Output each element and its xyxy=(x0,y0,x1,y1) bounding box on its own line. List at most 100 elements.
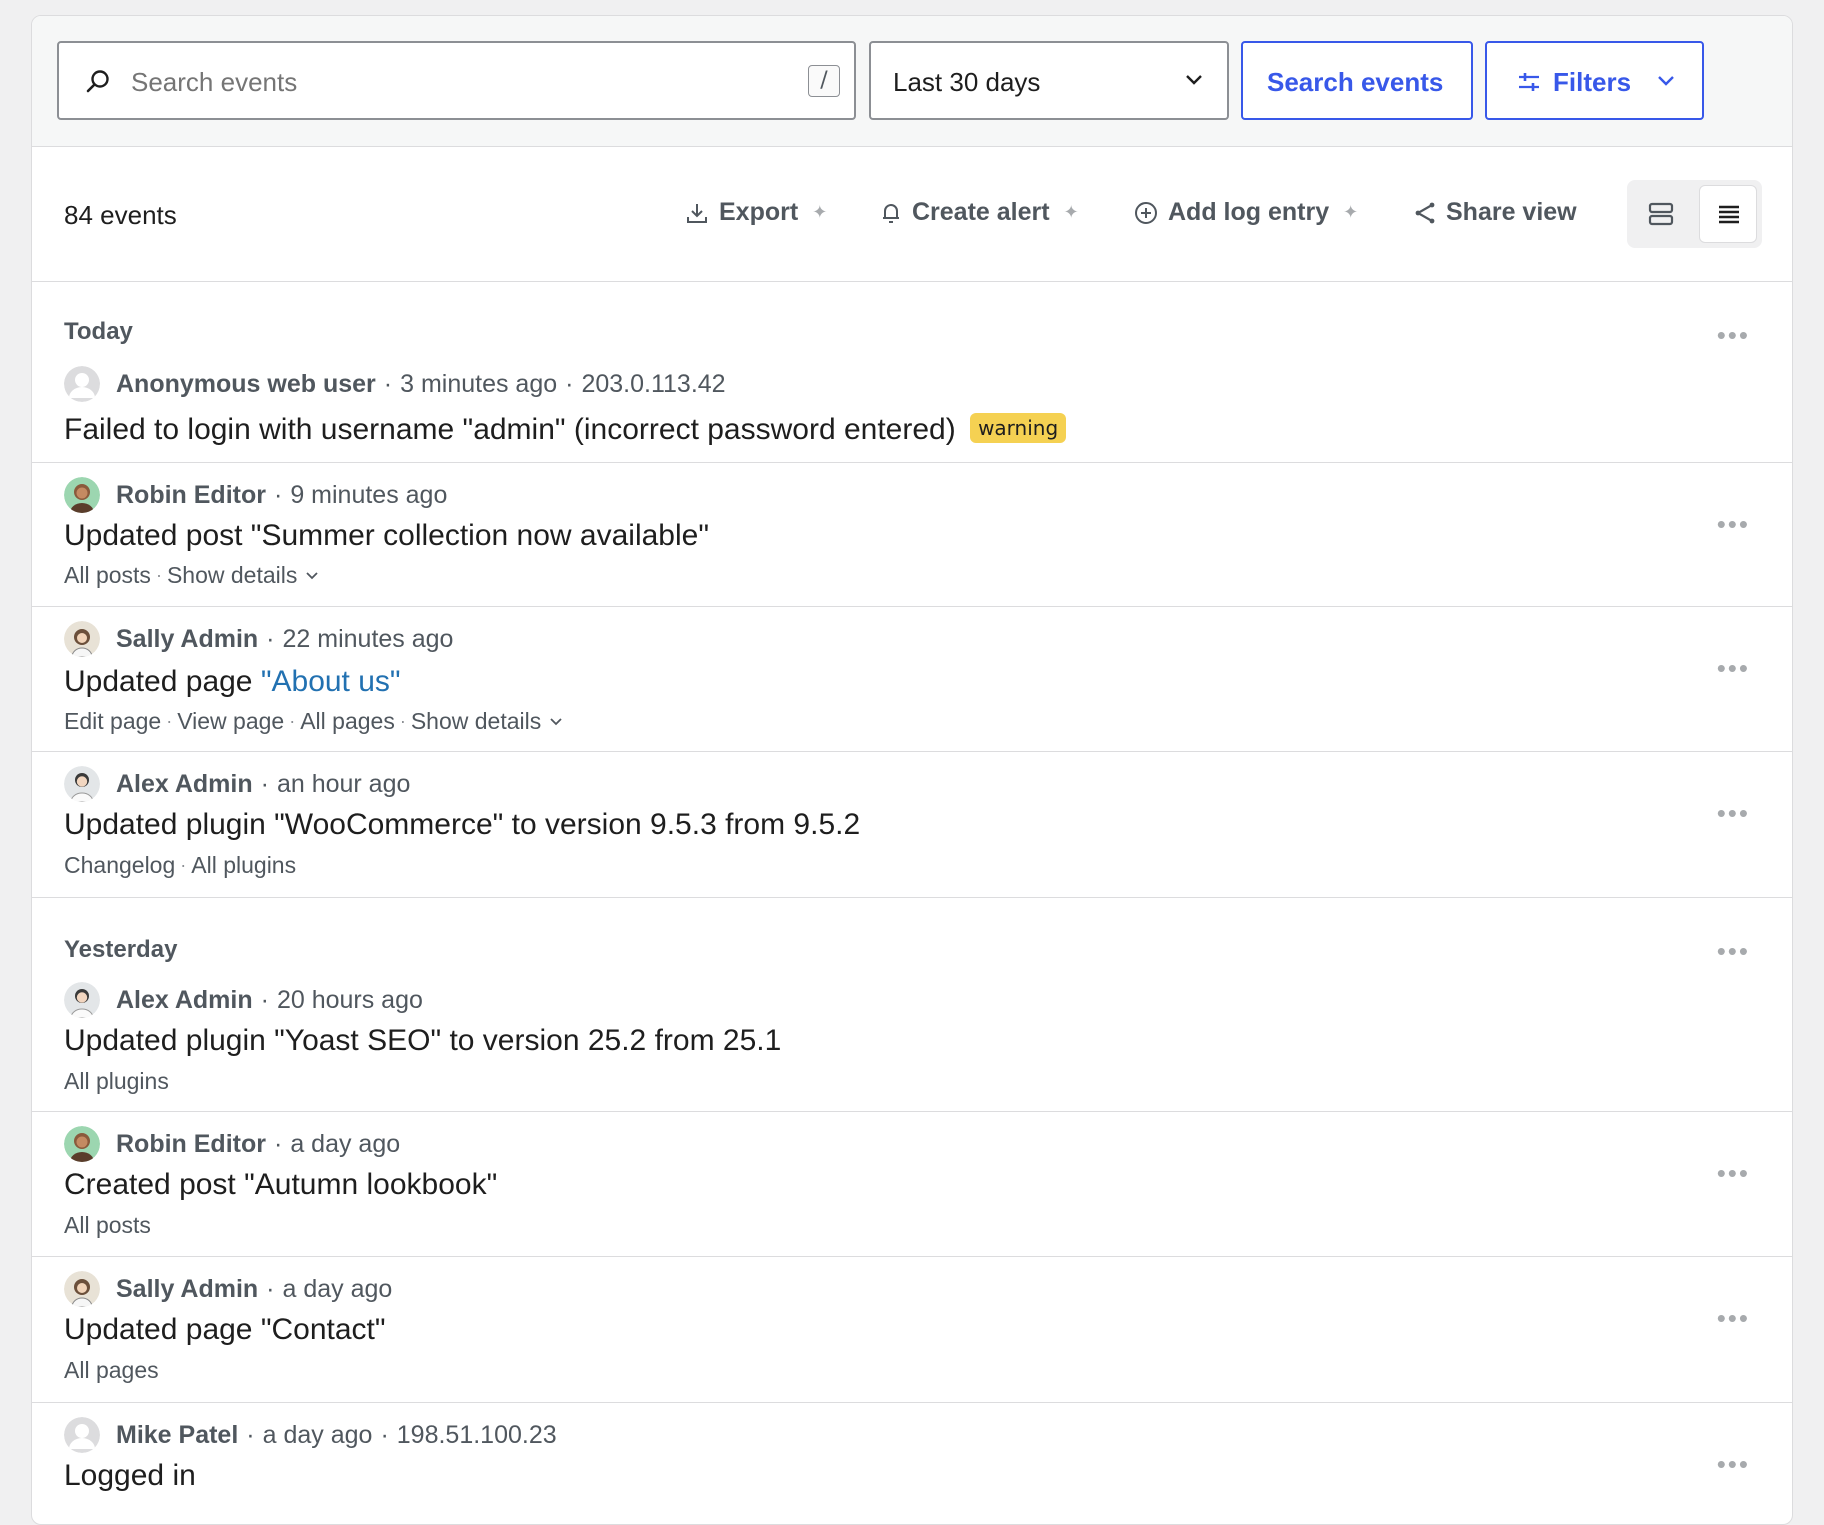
event-user[interactable]: Alex Admin xyxy=(116,986,253,1015)
compact-view-button[interactable] xyxy=(1699,185,1757,243)
more-actions-button[interactable]: ••• xyxy=(1717,1303,1750,1334)
event-message-text: Failed to login with username "admin" (i… xyxy=(64,413,956,446)
add-log-entry-label: Add log entry xyxy=(1168,198,1330,226)
sliders-icon xyxy=(1519,73,1539,91)
event-meta: Robin Editor · a day ago xyxy=(64,1126,400,1162)
link-all-plugins[interactable]: All plugins xyxy=(64,1068,169,1095)
separator-dot: · xyxy=(246,1420,255,1449)
event-user[interactable]: Robin Editor xyxy=(116,481,266,510)
search-input[interactable] xyxy=(129,57,733,107)
event-time: 20 hours ago xyxy=(276,985,423,1014)
share-view-button[interactable]: Share view xyxy=(1414,198,1577,227)
link-all-posts[interactable]: All posts xyxy=(64,562,151,589)
about-us-page-link[interactable]: "About us" xyxy=(261,665,401,698)
avatar xyxy=(64,366,100,402)
expanded-view-button[interactable] xyxy=(1632,185,1690,243)
event-user[interactable]: Mike Patel xyxy=(116,1421,238,1450)
link-all-pages[interactable]: All pages xyxy=(64,1357,159,1384)
premium-sparkle-icon: ✦ xyxy=(1063,202,1079,222)
event-message: Updated page "About us" xyxy=(64,665,401,699)
search-bar: / Last 30 days Search events Filters xyxy=(32,16,1792,147)
avatar xyxy=(64,1126,100,1162)
search-field[interactable]: / xyxy=(57,41,856,120)
event-time: a day ago xyxy=(290,1129,401,1158)
separator-dot: · xyxy=(155,565,162,585)
event-row: Today Anonymous web user · 3 minutes ago… xyxy=(32,282,1792,463)
event-user[interactable]: Sally Admin xyxy=(116,625,258,654)
link-all-posts[interactable]: All posts xyxy=(64,1212,151,1239)
event-user[interactable]: Robin Editor xyxy=(116,1130,266,1159)
separator-dot: · xyxy=(289,711,296,731)
share-view-label: Share view xyxy=(1446,198,1577,226)
event-meta: Robin Editor · 9 minutes ago xyxy=(64,477,447,513)
more-actions-button[interactable]: ••• xyxy=(1717,936,1750,967)
more-actions-button[interactable]: ••• xyxy=(1717,509,1750,540)
group-label-yesterday: Yesterday xyxy=(64,936,178,963)
separator-dot: · xyxy=(266,1274,275,1303)
event-ip: 198.51.100.23 xyxy=(396,1420,557,1449)
keyboard-shortcut-hint: / xyxy=(808,65,840,97)
event-links: All pages xyxy=(64,1357,159,1384)
show-details-link[interactable]: Show details xyxy=(167,562,297,589)
chevron-down-icon xyxy=(306,571,318,579)
event-user[interactable]: Anonymous web user xyxy=(116,370,376,399)
event-message: Updated plugin "WooCommerce" to version … xyxy=(64,808,861,841)
search-events-button[interactable]: Search events xyxy=(1241,41,1473,120)
export-button[interactable]: Export ✦ xyxy=(685,198,827,227)
filters-button[interactable]: Filters xyxy=(1485,41,1704,120)
more-actions-button[interactable]: ••• xyxy=(1717,1158,1750,1189)
link-changelog[interactable]: Changelog xyxy=(64,852,175,879)
event-message: Failed to login with username "admin" (i… xyxy=(64,413,1067,447)
event-row: Mike Patel · a day ago · 198.51.100.23 L… xyxy=(32,1403,1792,1524)
event-links: All posts · Show details xyxy=(64,562,319,589)
separator-dot: · xyxy=(399,711,406,731)
event-meta: Alex Admin · 20 hours ago xyxy=(64,982,423,1018)
link-edit-page[interactable]: Edit page xyxy=(64,708,161,735)
event-time: a day ago xyxy=(262,1420,373,1449)
event-links: Changelog · All plugins xyxy=(64,852,296,879)
avatar xyxy=(64,766,100,802)
event-message: Updated page "Contact" xyxy=(64,1313,386,1346)
date-range-select[interactable]: Last 30 days xyxy=(869,41,1229,120)
event-meta: Sally Admin · a day ago xyxy=(64,1271,392,1307)
date-range-value: Last 30 days xyxy=(893,67,1041,97)
more-actions-button[interactable]: ••• xyxy=(1717,653,1750,684)
more-actions-button[interactable]: ••• xyxy=(1717,320,1750,351)
separator-dot: · xyxy=(260,985,269,1014)
search-icon xyxy=(86,70,109,93)
event-message: Created post "Autumn lookbook" xyxy=(64,1168,498,1201)
event-time: 22 minutes ago xyxy=(282,624,454,653)
show-details-link[interactable]: Show details xyxy=(411,708,541,735)
event-time: a day ago xyxy=(282,1274,393,1303)
separator-dot: · xyxy=(260,769,269,798)
avatar xyxy=(64,1271,100,1307)
share-icon xyxy=(1415,202,1435,223)
create-alert-button[interactable]: Create alert ✦ xyxy=(880,198,1079,227)
add-log-entry-button[interactable]: Add log entry ✦ xyxy=(1134,198,1358,227)
event-meta: Mike Patel · a day ago · 198.51.100.23 xyxy=(64,1417,557,1453)
plus-circle-icon xyxy=(1135,201,1157,224)
event-row: Robin Editor · 9 minutes ago Updated pos… xyxy=(32,463,1792,607)
event-user[interactable]: Sally Admin xyxy=(116,1275,258,1304)
filters-label: Filters xyxy=(1553,67,1632,97)
search-events-label: Search events xyxy=(1267,67,1444,97)
link-view-page[interactable]: View page xyxy=(177,708,284,735)
more-actions-button[interactable]: ••• xyxy=(1717,798,1750,829)
link-all-plugins[interactable]: All plugins xyxy=(191,852,296,879)
separator-dot: · xyxy=(166,711,173,731)
event-meta: Anonymous web user · 3 minutes ago · 203… xyxy=(64,366,726,402)
event-row: Sally Admin · 22 minutes ago Updated pag… xyxy=(32,607,1792,752)
more-actions-button[interactable]: ••• xyxy=(1717,1449,1750,1480)
event-user[interactable]: Alex Admin xyxy=(116,770,253,799)
create-alert-label: Create alert xyxy=(912,198,1050,226)
event-links: Edit page · View page · All pages · Show… xyxy=(64,708,563,735)
link-all-pages[interactable]: All pages xyxy=(300,708,395,735)
events-count: 84 events xyxy=(64,200,177,230)
event-ip: 203.0.113.42 xyxy=(581,369,726,398)
download-icon xyxy=(687,203,707,223)
event-time: 9 minutes ago xyxy=(290,480,448,509)
event-meta: Alex Admin · an hour ago xyxy=(64,766,410,802)
warning-badge: warning xyxy=(970,413,1067,443)
avatar xyxy=(64,982,100,1018)
separator-dot: · xyxy=(180,855,187,875)
